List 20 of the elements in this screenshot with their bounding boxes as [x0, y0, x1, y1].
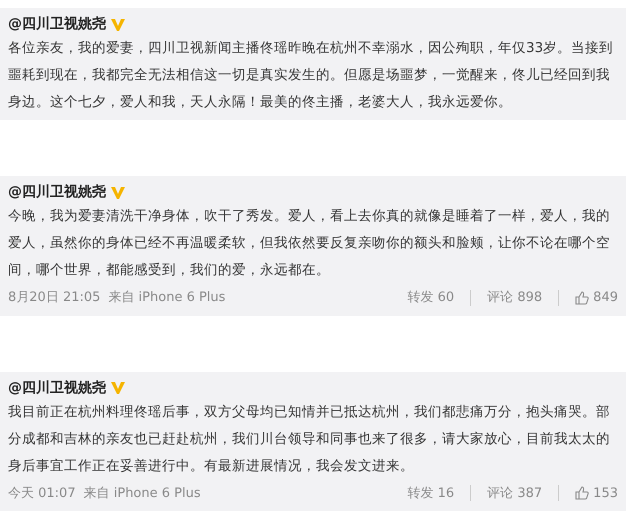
thumbs-up-icon — [575, 486, 590, 500]
author-name[interactable]: @四川卫视姚尧 — [8, 14, 106, 35]
post-text: 今晚，我为爱妻清洗干净身体，吹干了秀发。爱人，看上去你真的就像是睡着了一样，爱人，我的爱人，虽然你的身体已经不再温暖柔软，但我依然要反复亲吻你的额头和脸颊，让你不论在哪个空间，哪个世界，都能感受到，我们的爱，永远都在。 — [8, 207, 611, 280]
like-count: 153 — [593, 484, 618, 502]
like-count: 849 — [593, 289, 618, 307]
post-text: 各位亲友，我的爱妻，四川卫视新闻主播佟瑶昨晚在杭州不幸溺水，因公殉职，年仅33岁。当接到噩耗到现在，我都完全无法相信这一切是真实发生的。但愿是场噩梦，一觉醒来，佟儿已经回到我身边。这个七夕，爱人和我，天人永隔！最美的佟主播，老婆大人，我永远爱你。 — [8, 39, 614, 112]
repost-link[interactable]: 转发 16 — [408, 484, 454, 503]
comment-link[interactable]: 评论 898 — [487, 288, 542, 308]
like-button[interactable]: 153 — [575, 484, 618, 503]
post-source[interactable]: 来自 iPhone 6 Plus — [108, 288, 226, 308]
post-time: 8月20日 21:05 — [8, 289, 100, 307]
post-time: 今天 01:07 — [8, 484, 76, 502]
author-name[interactable]: @四川卫视姚尧 — [8, 182, 106, 203]
repost-link[interactable]: 转发 60 — [408, 288, 454, 308]
author-name[interactable]: @四川卫视姚尧 — [8, 378, 106, 398]
thumbs-up-icon — [575, 290, 590, 305]
post-source[interactable]: 来自 iPhone 6 Plus — [84, 484, 201, 503]
comment-link[interactable]: 评论 387 — [487, 484, 542, 503]
like-button[interactable]: 849 — [575, 288, 618, 308]
post-text: 我目前正在杭州料理佟瑶后事，双方父母均已知情并已抵达杭州，我们都悲痛万分，抱头痛哭。部分成都和吉林的亲友也已赶赴杭州，我们川台领导和同事也来了很多，请大家放心，目前我太太的身后事宜工作正在妥善进行中。有最新进展情况，我会发文进来。 — [8, 402, 611, 476]
